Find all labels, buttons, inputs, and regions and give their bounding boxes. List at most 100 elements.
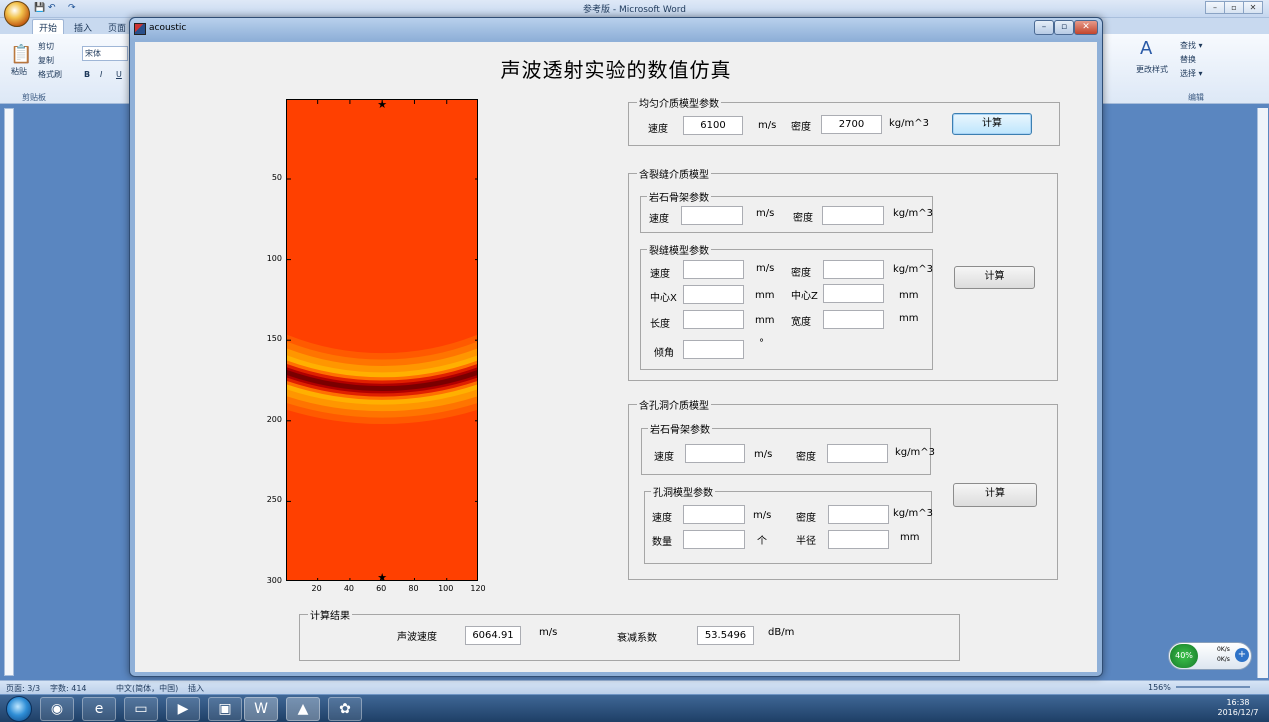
- figure-minimize-button[interactable]: –: [1034, 20, 1054, 35]
- word-maximize-button[interactable]: ▫: [1224, 1, 1244, 14]
- word-window-title: 参考版 - Microsoft Word: [583, 5, 686, 15]
- zoom-level[interactable]: 156%: [1148, 683, 1171, 692]
- figure-maximize-button[interactable]: ▫: [1054, 20, 1074, 35]
- start-button[interactable]: [6, 696, 32, 722]
- result-atten-value: [697, 626, 754, 645]
- hole-rock-speed-label: 速度: [654, 452, 674, 463]
- taskbar-app-explorer[interactable]: ▭: [124, 697, 158, 721]
- change-styles-button[interactable]: 更改样式: [1136, 64, 1168, 75]
- crack-speed-input[interactable]: [683, 260, 744, 279]
- uniform-model-group: 均匀介质模型参数 速度 m/s 密度 kg/m^3 计算: [628, 95, 1060, 146]
- replace-button[interactable]: 替换: [1180, 54, 1196, 65]
- uniform-density-input[interactable]: [821, 115, 882, 134]
- italic-button[interactable]: I: [100, 70, 102, 79]
- zoom-slider[interactable]: [1176, 686, 1250, 688]
- crack-rock-density-input[interactable]: [822, 206, 884, 225]
- copy-button[interactable]: 复制: [38, 55, 54, 66]
- underline-button[interactable]: U: [116, 70, 122, 79]
- taskbar-app-other[interactable]: ✿: [328, 697, 362, 721]
- vertical-scrollbar[interactable]: [1257, 108, 1268, 678]
- taskbar-app-360[interactable]: ◉: [40, 697, 74, 721]
- taskbar-app-media[interactable]: ▶: [166, 697, 200, 721]
- results-group: 计算结果 声波速度 m/s 衰减系数 dB/m: [299, 607, 960, 661]
- hole-count-unit: 个: [757, 536, 767, 547]
- crack-density-input[interactable]: [823, 260, 884, 279]
- status-language[interactable]: 中文(简体，中国): [116, 683, 178, 694]
- status-insert-mode[interactable]: 插入: [188, 683, 204, 694]
- tab-insert[interactable]: 插入: [68, 20, 98, 35]
- x-tick-label: 40: [343, 584, 355, 593]
- crack-length-input[interactable]: [683, 310, 744, 329]
- x-tick-label: 80: [408, 584, 419, 593]
- app-icon: ▣: [218, 701, 232, 717]
- uniform-speed-input[interactable]: [683, 116, 743, 135]
- crack-length-label: 长度: [650, 319, 670, 330]
- bold-button[interactable]: B: [84, 70, 90, 79]
- figure-titlebar[interactable]: acoustic – ▫ ✕: [130, 18, 1102, 40]
- taskbar-app-unknown[interactable]: ▣: [208, 697, 242, 721]
- wavefield-plot[interactable]: ★ ★: [286, 99, 478, 581]
- hole-rock-speed-input[interactable]: [685, 444, 745, 463]
- crack-rock-group: 岩石骨架参数 速度 m/s 密度 kg/m^3: [640, 189, 933, 233]
- edit-group-label: 编辑: [1188, 93, 1204, 102]
- crack-calc-button[interactable]: 计算: [954, 266, 1035, 289]
- matlab-icon: ▲: [297, 701, 309, 717]
- hole-params-legend: 孔洞模型参数: [651, 484, 715, 499]
- result-speed-value: [465, 626, 521, 645]
- crack-angle-unit: °: [759, 338, 764, 349]
- figure-close-button[interactable]: ✕: [1074, 20, 1098, 35]
- hole-calc-button[interactable]: 计算: [953, 483, 1037, 507]
- hole-rock-density-input[interactable]: [827, 444, 888, 463]
- result-atten-label: 衰减系数: [617, 633, 657, 644]
- find-button[interactable]: 查找 ▾: [1180, 40, 1203, 51]
- paste-icon[interactable]: 📋: [10, 44, 32, 65]
- taskbar-app-word[interactable]: W: [244, 697, 278, 721]
- x-tick-label: 60: [376, 584, 387, 593]
- word-minimize-button[interactable]: –: [1205, 1, 1225, 14]
- crack-cz-label: 中心Z: [791, 291, 818, 302]
- crack-model-legend: 含裂缝介质模型: [637, 166, 711, 181]
- crack-rock-density-unit: kg/m^3: [893, 208, 933, 219]
- hole-density-unit: kg/m^3: [893, 508, 933, 519]
- plus-icon[interactable]: +: [1235, 648, 1249, 662]
- crack-rock-speed-input[interactable]: [681, 206, 743, 225]
- status-words[interactable]: 字数: 414: [50, 683, 87, 694]
- crack-density-label: 密度: [791, 268, 811, 279]
- format-painter-button[interactable]: 格式刷: [38, 69, 62, 80]
- crack-speed-label: 速度: [650, 269, 670, 280]
- upload-speed: 0K/s: [1217, 646, 1230, 653]
- y-tick-label: 150: [266, 334, 282, 344]
- matlab-icon: [134, 23, 146, 35]
- office-button[interactable]: [4, 1, 30, 27]
- select-button[interactable]: 选择 ▾: [1180, 68, 1203, 79]
- crack-cz-input[interactable]: [823, 284, 884, 303]
- tray-clock[interactable]: 16:38 2016/12/7: [1208, 698, 1268, 718]
- taskbar-app-matlab[interactable]: ▲: [286, 697, 320, 721]
- hole-radius-input[interactable]: [828, 530, 889, 549]
- page-title: 声波透射实验的数值仿真: [500, 58, 732, 82]
- crack-cx-input[interactable]: [683, 285, 744, 304]
- source-marker: ★: [377, 100, 387, 111]
- y-tick-label: 200: [266, 414, 282, 424]
- tab-page-layout[interactable]: 页面: [102, 20, 132, 35]
- crack-width-input[interactable]: [823, 310, 884, 329]
- cut-button[interactable]: 剪切: [38, 41, 54, 52]
- hole-count-input[interactable]: [683, 530, 745, 549]
- uniform-calc-button[interactable]: 计算: [952, 113, 1032, 135]
- paste-label[interactable]: 粘贴: [11, 66, 27, 77]
- hole-density-input[interactable]: [828, 505, 889, 524]
- crack-angle-input[interactable]: [683, 340, 744, 359]
- network-widget[interactable]: 40% 0K/s 0K/s +: [1168, 642, 1252, 670]
- font-name-box[interactable]: 宋体: [82, 46, 128, 61]
- word-close-button[interactable]: ✕: [1243, 1, 1263, 14]
- wavefield-heatmap: ★★: [287, 100, 477, 580]
- crack-rock-legend: 岩石骨架参数: [647, 189, 711, 204]
- taskbar-app-ie[interactable]: e: [82, 697, 116, 721]
- figure-window: acoustic – ▫ ✕ 声波透射实验的数值仿真 ★ ★ 50 100 150 20…: [129, 17, 1103, 677]
- crack-cz-unit: mm: [899, 290, 919, 301]
- status-page[interactable]: 页面: 3/3: [6, 683, 40, 694]
- hole-speed-input[interactable]: [683, 505, 745, 524]
- vertical-ruler: [4, 108, 14, 676]
- tab-home[interactable]: 开始: [32, 19, 65, 34]
- crack-cx-unit: mm: [755, 290, 775, 301]
